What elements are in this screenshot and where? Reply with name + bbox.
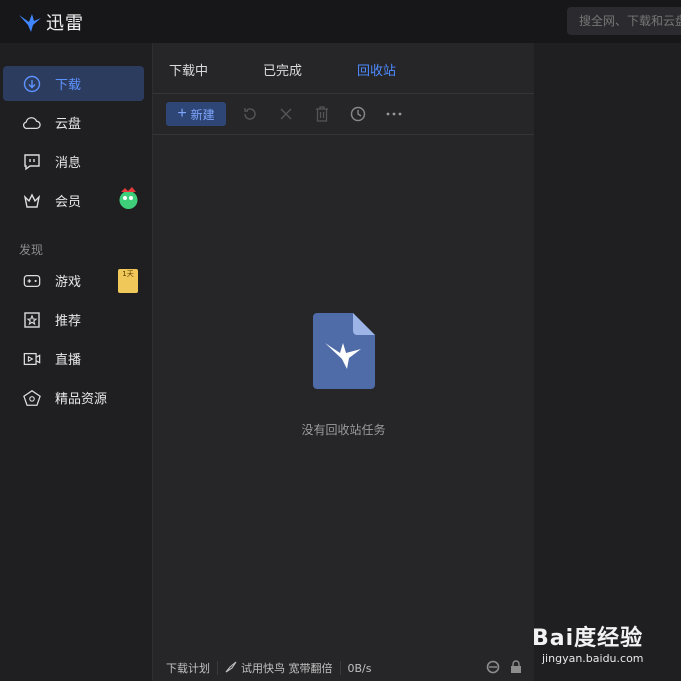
empty-state: 没有回收站任务	[153, 313, 534, 438]
sidebar-item-download[interactable]: 下载	[3, 66, 144, 101]
close-icon[interactable]	[278, 106, 294, 122]
sidebar-item-cloud[interactable]: 云盘	[3, 105, 144, 140]
tab-recycle-bin[interactable]: 回收站	[357, 60, 396, 79]
app-logo: 迅雷	[18, 9, 84, 35]
watermark: Bai度经验 jingyan.baidu.com	[522, 608, 681, 678]
sidebar-item-live[interactable]: 直播	[3, 341, 144, 376]
crown-icon	[23, 192, 41, 210]
watermark-url: jingyan.baidu.com	[542, 652, 644, 665]
sidebar-item-message[interactable]: 消息	[3, 144, 144, 179]
status-icons	[486, 660, 522, 677]
cloud-icon	[23, 114, 41, 132]
empty-file-icon	[312, 313, 375, 389]
new-task-button[interactable]: + 新建	[166, 102, 226, 126]
sidebar-item-label: 精品资源	[55, 392, 108, 407]
clock-icon[interactable]	[350, 106, 366, 122]
download-speed: 0B/s	[347, 661, 372, 675]
toolbar: + 新建	[153, 94, 534, 135]
sidebar-item-label: 云盘	[55, 117, 82, 132]
browser-icon[interactable]	[486, 660, 500, 677]
plus-icon: +	[177, 105, 187, 122]
status-bar: 下载计划 试用快鸟 宽带翻倍 0B/s	[153, 655, 534, 681]
trash-icon[interactable]	[314, 106, 330, 122]
watermark-brand: Bai度经验	[532, 626, 644, 651]
sidebar-item-label: 会员	[55, 195, 82, 210]
gem-icon	[23, 389, 41, 407]
tab-bar: 下载中 已完成 回收站	[153, 43, 534, 94]
title-bar: 迅雷	[0, 0, 681, 43]
sidebar: 下载 云盘 消息 会员 发现 游戏 1天 推荐 直播 精品资源	[0, 43, 152, 681]
sidebar-item-resources[interactable]: 精品资源	[3, 380, 144, 415]
section-discover: 发现	[19, 243, 44, 257]
sidebar-item-label: 消息	[55, 156, 82, 171]
sidebar-item-label: 推荐	[55, 314, 82, 329]
star-icon	[23, 311, 41, 329]
sidebar-item-label: 游戏	[55, 275, 82, 290]
rocket-icon	[225, 661, 237, 676]
more-icon[interactable]	[386, 106, 402, 122]
video-icon	[23, 350, 41, 368]
tab-downloading[interactable]: 下载中	[169, 60, 208, 79]
accelerator-trial-link[interactable]: 试用快鸟 宽带翻倍	[241, 660, 333, 676]
thunder-bird-icon	[19, 14, 41, 32]
game-promo-badge[interactable]: 1天	[118, 269, 138, 293]
sidebar-item-recommend[interactable]: 推荐	[3, 302, 144, 337]
download-icon	[23, 75, 41, 93]
lock-icon[interactable]	[510, 660, 522, 677]
divider	[217, 661, 218, 675]
search-box[interactable]	[567, 7, 681, 35]
sidebar-item-label: 直播	[55, 353, 82, 368]
sidebar-item-label: 下载	[55, 78, 82, 93]
message-icon	[23, 153, 41, 171]
main-panel: 下载中 已完成 回收站 + 新建 没有回收站任务 下载计划 试用快鸟 宽带翻倍 …	[152, 43, 535, 681]
search-input[interactable]	[567, 7, 681, 35]
detail-panel	[534, 43, 681, 681]
divider	[339, 661, 341, 675]
download-plan-link[interactable]: 下载计划	[166, 660, 210, 676]
tab-completed[interactable]: 已完成	[263, 60, 302, 79]
restore-icon[interactable]	[242, 106, 258, 122]
vip-mascot-icon[interactable]	[116, 186, 141, 211]
app-title: 迅雷	[46, 13, 84, 34]
empty-message: 没有回收站任务	[301, 423, 386, 437]
gamepad-icon	[23, 272, 41, 290]
